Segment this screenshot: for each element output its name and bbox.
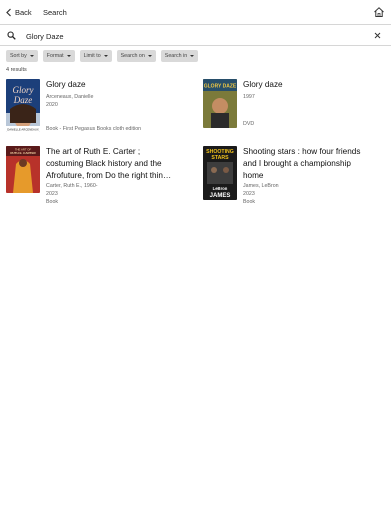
home-icon[interactable]: [373, 6, 385, 18]
cover-title: Daze: [13, 95, 33, 105]
result-year: 1997: [243, 94, 255, 100]
result-title-line: home: [243, 171, 264, 180]
result-card[interactable]: Glory Daze DANIELLE ARCENEAUX Glory daze…: [6, 79, 196, 134]
result-title: Glory daze: [243, 80, 283, 89]
result-year: 2023: [243, 191, 255, 197]
cover-title: Glory: [13, 85, 34, 95]
result-format: DVD: [243, 121, 255, 127]
result-title-line: costuming Black history and the: [46, 159, 162, 168]
result-format: Book: [46, 199, 59, 205]
result-card[interactable]: THE ART OF RUTH E. CARTER The art of Rut…: [6, 146, 196, 206]
filter-bar: Sort by Format Limit to Search on Search…: [6, 50, 199, 63]
chip-label: Search in: [164, 53, 188, 59]
result-title-line: Afrofuture, from Do the right thin…: [46, 171, 172, 180]
back-label: Back: [15, 7, 32, 17]
chip-label: Sort by: [10, 53, 27, 59]
dvd-cover: GLORY DAZE: [203, 79, 237, 128]
result-format: Book: [243, 199, 256, 205]
search-icon: [7, 31, 16, 40]
result-format: Book - First Pegasus Books cloth edition: [46, 126, 142, 132]
limit-to-dropdown[interactable]: Limit to: [79, 50, 112, 62]
caret-down-icon: [66, 55, 71, 57]
cover-author: DANIELLE ARCENEAUX: [7, 128, 39, 132]
result-author: Carter, Ruth E., 1960-: [46, 183, 98, 189]
search-input[interactable]: [26, 29, 356, 43]
result-title-line: Shooting stars : how four friends: [243, 147, 361, 156]
result-year: 2023: [46, 191, 58, 197]
cover-title: GLORY DAZE: [204, 84, 237, 90]
search-in-dropdown[interactable]: Search in: [160, 50, 199, 62]
result-title-line: The art of Ruth E. Carter ;: [46, 147, 141, 156]
cover-title: RUTH E. CARTER: [10, 151, 36, 155]
cover-title: STARS: [211, 155, 229, 161]
top-bar: Back Search: [0, 0, 391, 25]
search-bar: [0, 26, 391, 46]
caret-down-icon: [103, 55, 108, 57]
cover-author: JAMES: [210, 193, 231, 199]
caret-down-icon: [29, 55, 34, 57]
results-count: 4 results: [6, 67, 27, 73]
cover-author: LeBron: [213, 186, 228, 191]
result-author: Arceneaux, Danielle: [46, 94, 94, 100]
book-cover: Glory Daze DANIELLE ARCENEAUX: [6, 79, 40, 132]
chip-label: Limit to: [83, 53, 101, 59]
book-cover: SHOOTING STARS LeBron JAMES: [203, 146, 237, 200]
result-card[interactable]: GLORY DAZE Glory daze 1997 DVD: [203, 79, 385, 134]
chip-label: Search on: [120, 53, 145, 59]
caret-down-icon: [147, 55, 152, 57]
search-on-dropdown[interactable]: Search on: [116, 50, 156, 62]
format-dropdown[interactable]: Format: [42, 50, 75, 62]
result-card[interactable]: SHOOTING STARS LeBron JAMES Shooting sta…: [203, 146, 385, 206]
book-cover: THE ART OF RUTH E. CARTER: [6, 146, 40, 193]
sort-by-dropdown[interactable]: Sort by: [6, 50, 38, 62]
result-year: 2020: [46, 102, 58, 108]
page-title: Search: [43, 8, 67, 17]
close-icon[interactable]: [374, 32, 381, 39]
back-button[interactable]: Back: [5, 5, 32, 19]
result-title: Glory daze: [46, 80, 86, 89]
chevron-left-icon: [6, 8, 11, 16]
chip-label: Format: [46, 53, 64, 59]
result-title-line: and I brought a championship: [243, 159, 351, 168]
result-author: James, LeBron: [243, 183, 279, 189]
caret-down-icon: [190, 55, 195, 57]
